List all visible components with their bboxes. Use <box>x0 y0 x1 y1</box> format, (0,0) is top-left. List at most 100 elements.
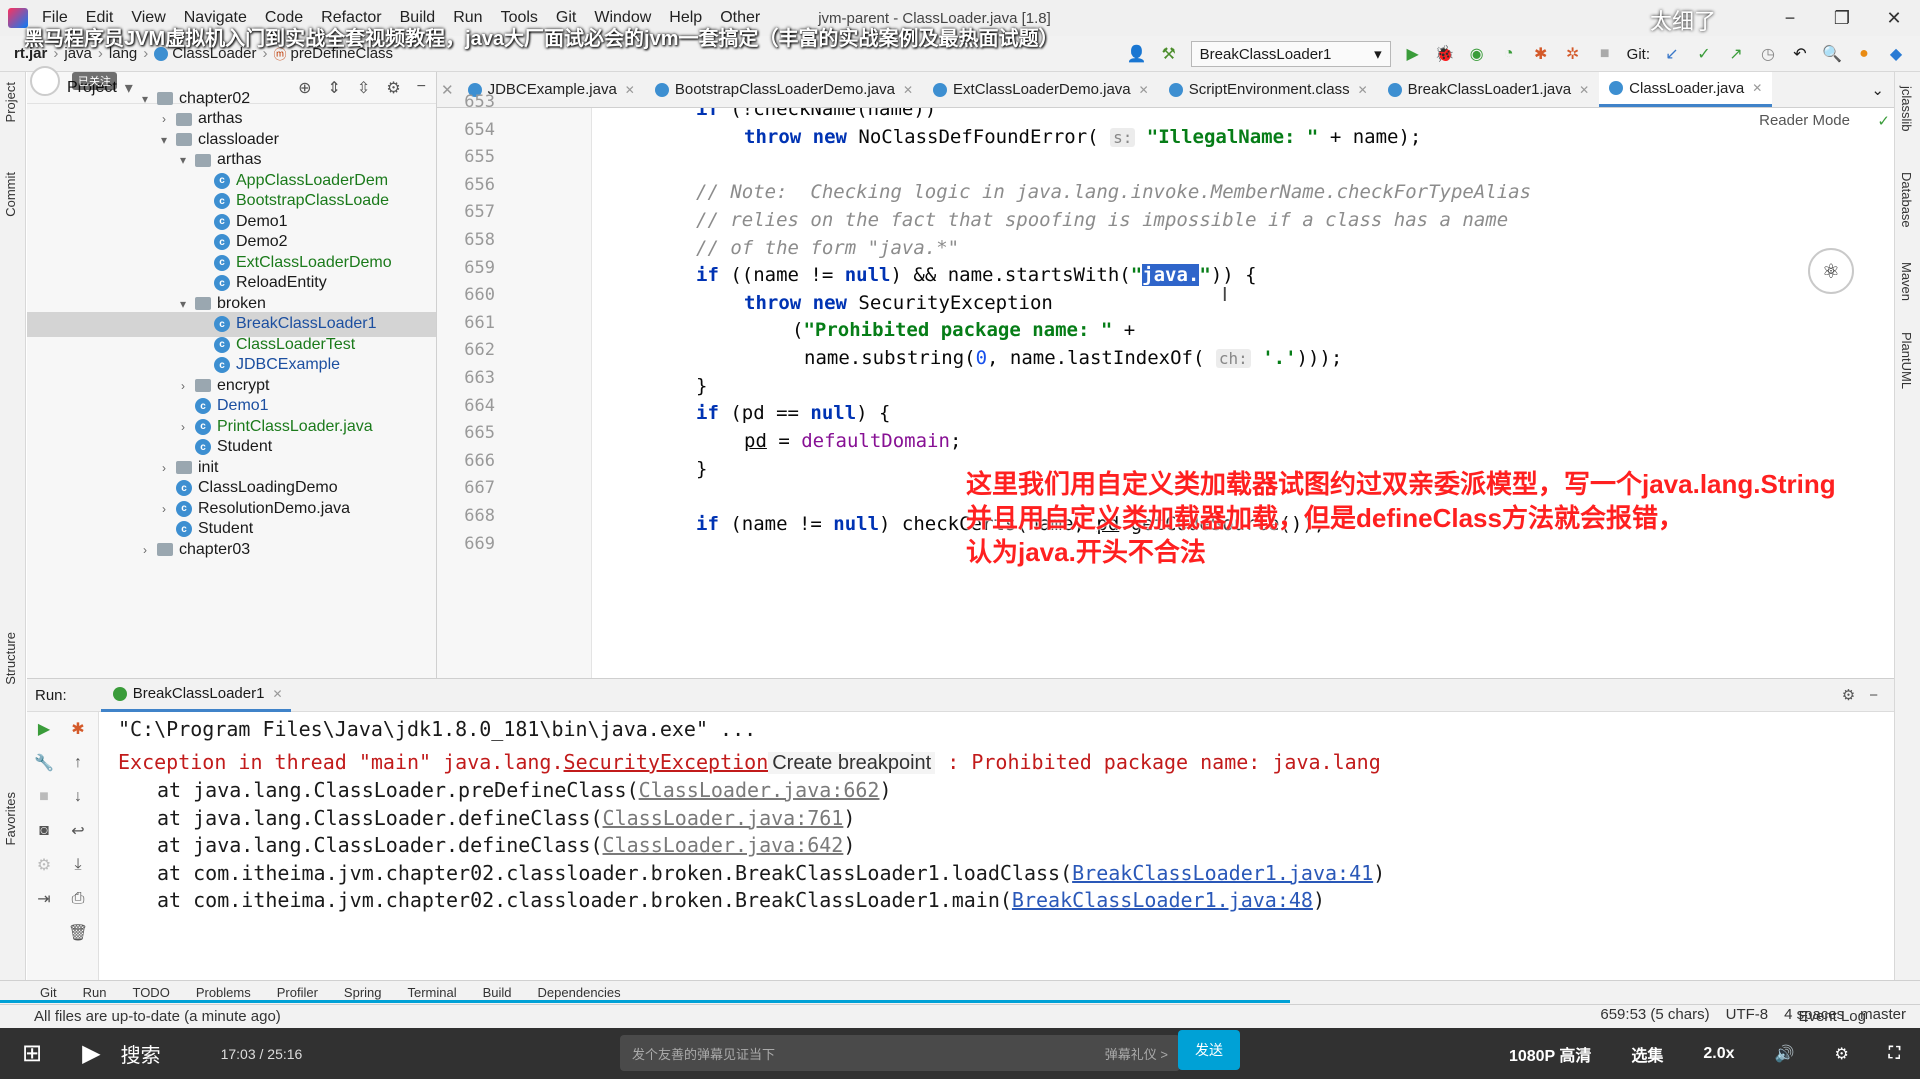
line-number[interactable]: 656 <box>437 175 495 195</box>
rollback-icon[interactable]: ↶ <box>1790 44 1810 64</box>
file-encoding[interactable]: UTF-8 <box>1726 1006 1769 1023</box>
hotswap-icon[interactable]: ✱ <box>1531 44 1551 64</box>
tool-window-jclasslib[interactable]: jclasslib <box>1899 86 1914 132</box>
coverage-icon[interactable]: ◉ <box>1467 44 1487 64</box>
bottom-tab[interactable]: Profiler <box>277 985 318 1000</box>
chevron-icon[interactable]: ▾ <box>175 153 191 167</box>
close-icon[interactable]: ✕ <box>1358 83 1368 97</box>
video-progress-bar[interactable] <box>0 1000 1290 1003</box>
stop-icon[interactable]: ■ <box>1595 44 1615 64</box>
update-icon[interactable]: ● <box>1854 44 1874 64</box>
scroll-end-icon[interactable]: ⤓ <box>67 854 89 876</box>
chevron-icon[interactable]: › <box>175 379 191 393</box>
user-icon[interactable]: 👤 <box>1127 44 1147 64</box>
send-button[interactable]: 发送 <box>1178 1030 1240 1070</box>
console-output[interactable]: "C:\Program Files\Java\jdk1.8.0_181\bin\… <box>100 712 1894 980</box>
tool-window-plantuml[interactable]: PlantUML <box>1899 332 1914 389</box>
speed-select[interactable]: 2.0x <box>1703 1045 1734 1063</box>
line-number[interactable]: 669 <box>437 534 495 554</box>
danmaku-etiquette-link[interactable]: 弹幕礼仪 > <box>1105 1044 1168 1063</box>
chevron-icon[interactable]: › <box>175 420 191 434</box>
tabs-overflow-icon[interactable]: ⌄ <box>1861 72 1894 107</box>
debug-icon[interactable]: 🐞 <box>1435 44 1455 64</box>
rerun-icon[interactable]: ▶ <box>33 718 55 740</box>
minimize-icon[interactable]: − <box>1764 0 1816 36</box>
danmaku-input[interactable]: 发个友善的弹幕见证当下 弹幕礼仪 > <box>620 1035 1180 1071</box>
git-commit-icon[interactable]: ✓ <box>1694 44 1714 64</box>
tool-window-project[interactable]: Project <box>3 82 18 122</box>
close-icon[interactable]: ✕ <box>625 83 635 97</box>
bottom-tab[interactable]: Problems <box>196 985 251 1000</box>
source-link[interactable]: ClassLoader.java:642 <box>603 833 844 857</box>
reader-mode-toggle[interactable]: Reader Mode <box>1759 112 1850 129</box>
soft-wrap-icon[interactable]: ↩ <box>67 820 89 842</box>
inspection-ok-icon[interactable]: ✓ <box>1877 112 1890 130</box>
assistant-icon[interactable]: ⚛ <box>1808 248 1854 294</box>
line-number[interactable]: 658 <box>437 230 495 250</box>
line-number[interactable]: 655 <box>437 147 495 167</box>
restore-icon[interactable]: ❐ <box>1816 0 1868 36</box>
wrench-icon[interactable]: 🔧 <box>33 752 55 774</box>
exception-class-link[interactable]: SecurityException <box>564 750 769 774</box>
line-number[interactable]: 654 <box>437 120 495 140</box>
attach-icon[interactable]: ✲ <box>1563 44 1583 64</box>
close-icon[interactable]: ✕ <box>1139 83 1149 97</box>
quality-select[interactable]: 1080P 高清 <box>1509 1042 1591 1066</box>
tool-window-commit[interactable]: Commit <box>3 172 18 217</box>
line-number[interactable]: 664 <box>437 396 495 416</box>
caret-position[interactable]: 659:53 (5 chars) <box>1600 1006 1709 1023</box>
line-number[interactable]: 666 <box>437 451 495 471</box>
bottom-tab[interactable]: Run <box>83 985 107 1000</box>
bottom-tab[interactable]: Dependencies <box>538 985 621 1000</box>
line-number[interactable]: 657 <box>437 202 495 222</box>
git-branch[interactable]: master <box>1860 1006 1906 1023</box>
tool-window-structure[interactable]: Structure <box>3 632 18 685</box>
line-number[interactable]: 659 <box>437 258 495 278</box>
stop-icon[interactable]: ■ <box>33 786 55 808</box>
print-icon[interactable]: ⎙ <box>67 888 89 910</box>
run-tab[interactable]: BreakClassLoader1 ✕ <box>100 678 291 712</box>
git-update-icon[interactable]: ↙ <box>1662 44 1682 64</box>
close-icon[interactable]: ✕ <box>903 83 913 97</box>
search-icon[interactable]: 🔍 <box>1822 44 1842 64</box>
chevron-icon[interactable]: ▾ <box>137 92 153 106</box>
volume-icon[interactable]: 🔊 <box>1775 1044 1795 1064</box>
close-icon[interactable]: ✕ <box>1868 0 1920 36</box>
chevron-icon[interactable]: › <box>156 502 172 516</box>
jetbrains-icon[interactable]: ◆ <box>1886 44 1906 64</box>
line-number[interactable]: 660 <box>437 285 495 305</box>
tree-item[interactable]: › chapter03 <box>27 537 436 562</box>
chevron-icon[interactable]: ▾ <box>175 297 191 311</box>
trash-icon[interactable]: 🗑 <box>67 922 89 944</box>
git-push-icon[interactable]: ↗ <box>1726 44 1746 64</box>
indent-setting[interactable]: 4 spaces <box>1784 1006 1844 1023</box>
source-link[interactable]: ClassLoader.java:761 <box>603 806 844 830</box>
bottom-tab[interactable]: Build <box>483 985 512 1000</box>
avatar[interactable] <box>30 66 60 96</box>
start-icon[interactable]: ⊞ <box>22 1039 42 1068</box>
editor-tab[interactable]: ExtClassLoaderDemo.java ✕ <box>923 72 1159 107</box>
line-number[interactable]: 668 <box>437 506 495 526</box>
line-number[interactable]: 663 <box>437 368 495 388</box>
line-number[interactable]: 661 <box>437 313 495 333</box>
exit-icon[interactable]: ⇥ <box>33 888 55 910</box>
tool-window-favorites[interactable]: Favorites <box>3 792 18 845</box>
chevron-icon[interactable]: › <box>156 112 172 126</box>
arrow-down-icon[interactable]: ↓ <box>67 786 89 808</box>
bottom-tab[interactable]: Git <box>40 985 57 1000</box>
line-number[interactable]: 653 <box>437 92 495 112</box>
bottom-tab[interactable]: Terminal <box>408 985 457 1000</box>
editor-tab[interactable]: ScriptEnvironment.class ✕ <box>1159 72 1378 107</box>
fullscreen-icon[interactable]: ⛶ <box>1889 1045 1900 1063</box>
settings-icon[interactable]: ⚙ <box>33 854 55 876</box>
episodes-button[interactable]: 选集 <box>1631 1042 1663 1066</box>
chevron-icon[interactable]: › <box>137 543 153 557</box>
chevron-icon[interactable]: › <box>156 461 172 475</box>
editor-tab[interactable]: BootstrapClassLoaderDemo.java ✕ <box>645 72 923 107</box>
editor-tab[interactable]: BreakClassLoader1.java ✕ <box>1378 72 1600 107</box>
close-icon[interactable]: ✕ <box>272 687 282 701</box>
history-icon[interactable]: ◷ <box>1758 44 1778 64</box>
profile-icon[interactable]: ◔ <box>1499 44 1519 64</box>
tool-window-database[interactable]: Database <box>1899 172 1914 228</box>
create-breakpoint-tooltip[interactable]: Create breakpoint <box>768 752 936 774</box>
